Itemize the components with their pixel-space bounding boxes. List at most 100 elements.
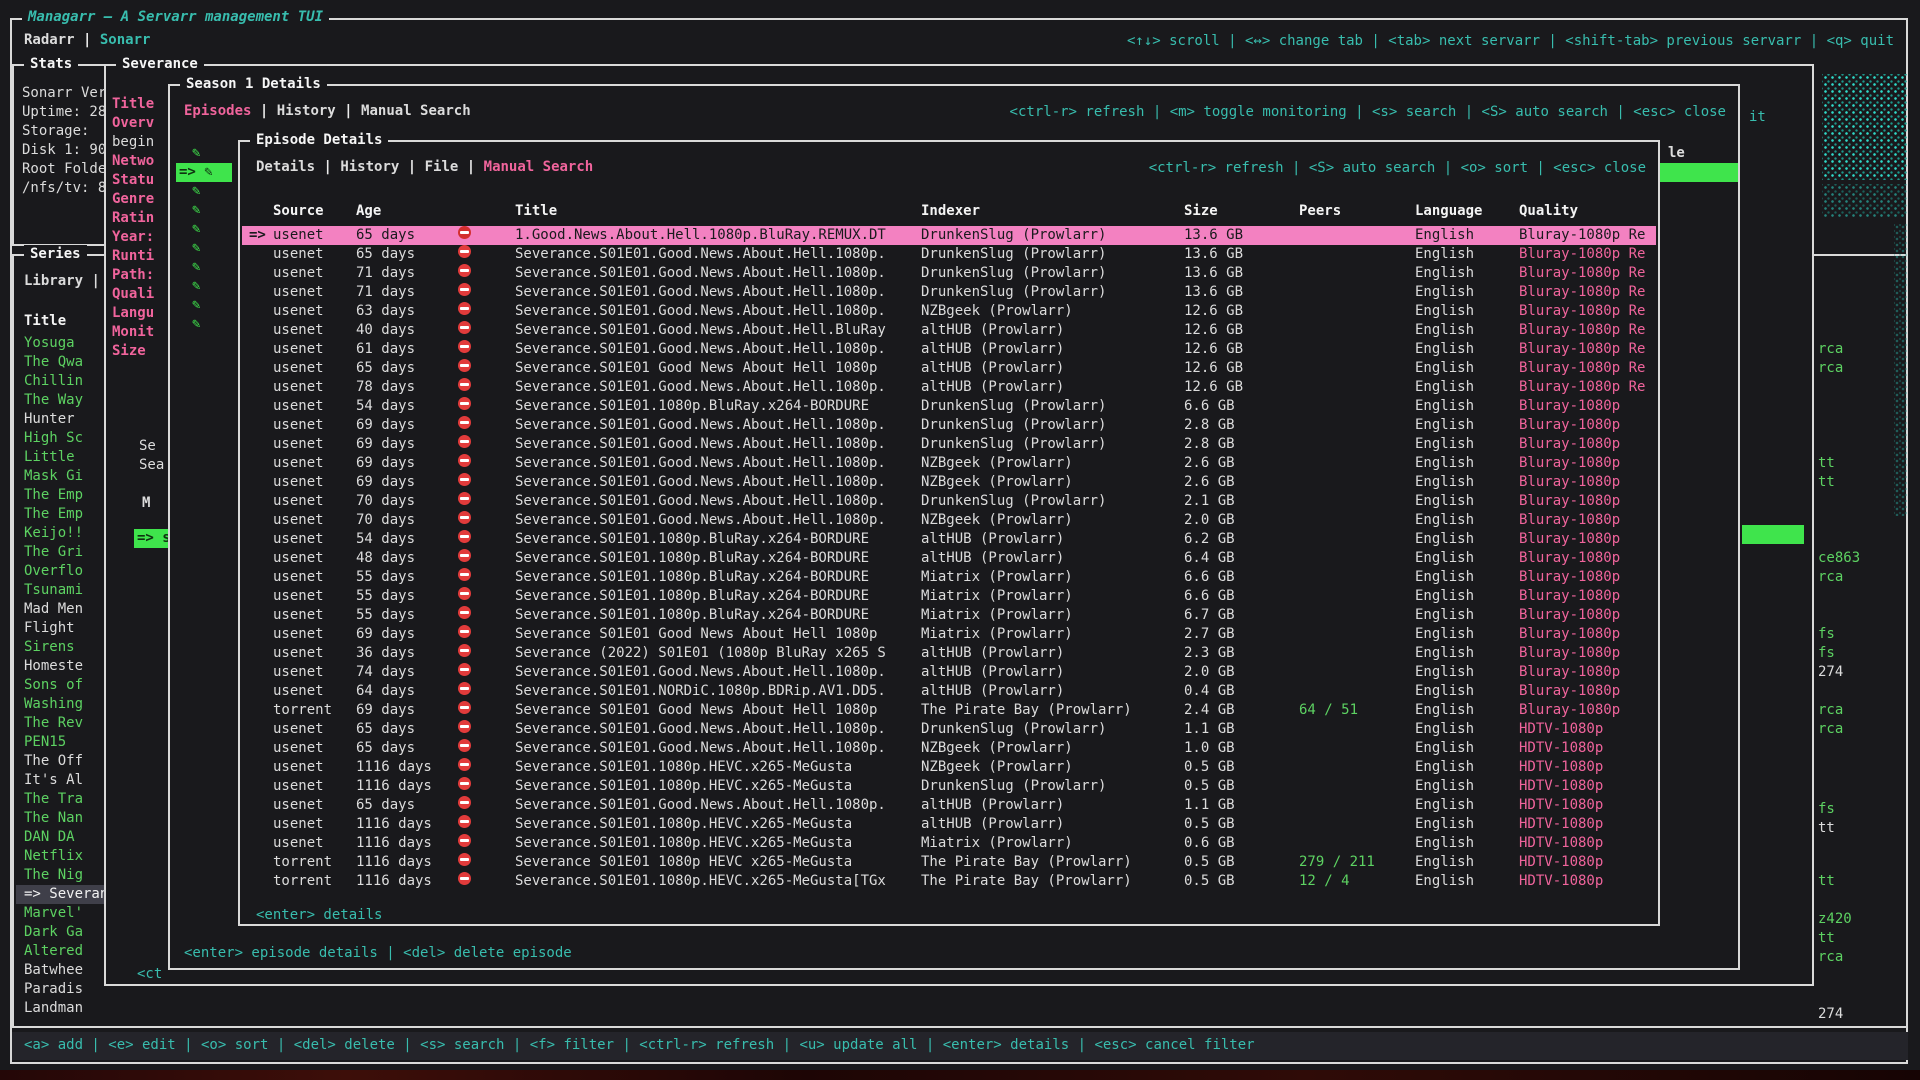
cell-age: 1116 days [356,853,432,872]
release-row[interactable]: usenet1116 daysSeverance.S01E01.1080p.HE… [242,777,1656,796]
release-row[interactable]: usenet65 daysSeverance.S01E01.Good.News.… [242,720,1656,739]
rejected-icon [458,264,471,277]
cell-indexer: Miatrix (Prowlarr) [921,834,1073,853]
release-row[interactable]: usenet40 daysSeverance.S01E01.Good.News.… [242,321,1656,340]
cell-quality: Bluray-1080p Re [1519,245,1645,264]
episode-tab-details[interactable]: Details [256,159,315,175]
column-header-indexer[interactable]: Indexer [921,202,980,221]
episode-monitored-pencil-icon[interactable]: ✎ [192,277,200,296]
column-header-peers[interactable]: Peers [1299,202,1341,221]
servarr-tab-sonarr[interactable]: Sonarr [100,32,151,48]
release-row[interactable]: =>usenet65 days1.Good.News.About.Hell.10… [242,226,1656,245]
episode-monitored-pencil-icon[interactable]: ✎ [192,201,200,220]
rejected-icon [458,568,471,581]
release-row[interactable]: usenet70 daysSeverance.S01E01.Good.News.… [242,511,1656,530]
cell-indexer: Miatrix (Prowlarr) [921,568,1073,587]
selected-episode-row-fragment[interactable]: => ✎ [176,163,232,182]
cell-size: 6.7 GB [1184,606,1235,625]
release-row[interactable]: usenet71 daysSeverance.S01E01.Good.News.… [242,264,1656,283]
cell-title: Severance.S01E01.Good.News.About.Hell.10… [515,378,886,397]
release-row[interactable]: torrent1116 daysSeverance S01E01 1080p H… [242,853,1656,872]
release-row[interactable]: usenet55 daysSeverance.S01E01.1080p.BluR… [242,568,1656,587]
release-row[interactable]: usenet65 daysSeverance.S01E01.Good.News.… [242,739,1656,758]
cell-title: Severance S01E01 Good News About Hell 10… [515,625,877,644]
release-row[interactable]: usenet70 daysSeverance.S01E01.Good.News.… [242,492,1656,511]
library-tab[interactable]: Library | [24,272,100,291]
cell-language: English [1415,454,1474,473]
rejected-icon [458,321,471,334]
release-row[interactable]: usenet1116 daysSeverance.S01E01.1080p.HE… [242,815,1656,834]
release-row[interactable]: usenet1116 daysSeverance.S01E01.1080p.HE… [242,758,1656,777]
rejected-icon [458,492,471,505]
release-row[interactable]: usenet65 daysSeverance.S01E01.Good.News.… [242,796,1656,815]
servarr-tab-radarr[interactable]: Radarr [24,32,75,48]
column-header-quality[interactable]: Quality [1519,202,1578,221]
cell-indexer: NZBgeek (Prowlarr) [921,511,1073,530]
cell-indexer: altHUB (Prowlarr) [921,549,1064,568]
series-field-label: Title [112,95,154,114]
release-row[interactable]: usenet55 daysSeverance.S01E01.1080p.BluR… [242,606,1656,625]
release-row[interactable]: usenet78 daysSeverance.S01E01.Good.News.… [242,378,1656,397]
release-row[interactable]: usenet55 daysSeverance.S01E01.1080p.BluR… [242,587,1656,606]
cell-age: 69 days [356,435,415,454]
release-row[interactable]: usenet74 daysSeverance.S01E01.Good.News.… [242,663,1656,682]
column-header-language[interactable]: Language [1415,202,1482,221]
cell-title: Severance.S01E01.Good.News.About.Hell.10… [515,302,886,321]
episode-tab-history[interactable]: History [340,159,399,175]
episode-details-modal: Episode Details Details | History | File… [238,140,1660,926]
episode-monitored-pencil-icon[interactable]: ✎ [192,182,200,201]
episode-tab-manual-search[interactable]: Manual Search [484,159,594,175]
release-row[interactable]: usenet48 daysSeverance.S01E01.1080p.BluR… [242,549,1656,568]
release-row[interactable]: usenet69 daysSeverance.S01E01.Good.News.… [242,416,1656,435]
cell-indexer: NZBgeek (Prowlarr) [921,302,1073,321]
episode-monitored-pencil-icon[interactable]: ✎ [192,315,200,334]
rejected-icon [458,701,471,714]
release-row[interactable]: usenet54 daysSeverance.S01E01.1080p.BluR… [242,397,1656,416]
cell-language: English [1415,264,1474,283]
cell-source: usenet [273,739,324,758]
episode-monitored-pencil-icon[interactable]: ✎ [192,239,200,258]
release-row[interactable]: usenet71 daysSeverance.S01E01.Good.News.… [242,283,1656,302]
series-field-label: Netwo [112,152,154,171]
episode-monitored-pencil-icon[interactable]: ✎ [192,144,200,163]
release-row[interactable]: usenet1116 daysSeverance.S01E01.1080p.HE… [242,834,1656,853]
release-row[interactable]: usenet69 daysSeverance.S01E01.Good.News.… [242,473,1656,492]
cell-indexer: DrunkenSlug (Prowlarr) [921,435,1106,454]
cell-language: English [1415,435,1474,454]
release-row[interactable]: usenet54 daysSeverance.S01E01.1080p.BluR… [242,530,1656,549]
cell-size: 0.5 GB [1184,758,1235,777]
column-header-title[interactable]: Title [515,202,557,221]
release-row[interactable]: usenet69 daysSeverance S01E01 Good News … [242,625,1656,644]
release-row[interactable]: usenet65 daysSeverance.S01E01 Good News … [242,359,1656,378]
episode-tab-file[interactable]: File [425,159,459,175]
cell-quality: HDTV-1080p [1519,853,1603,872]
cell-indexer: DrunkenSlug (Prowlarr) [921,283,1106,302]
cell-source: usenet [273,492,324,511]
column-header-age[interactable]: Age [356,202,381,221]
cell-age: 1116 days [356,872,432,891]
release-row[interactable]: usenet69 daysSeverance.S01E01.Good.News.… [242,454,1656,473]
episode-monitored-pencil-icon[interactable]: ✎ [192,296,200,315]
release-row[interactable]: torrent1116 daysSeverance.S01E01.1080p.H… [242,872,1656,891]
release-row[interactable]: usenet64 daysSeverance.S01E01.NORDiC.108… [242,682,1656,701]
release-row[interactable]: usenet65 daysSeverance.S01E01.Good.News.… [242,245,1656,264]
cell-language: English [1415,701,1474,720]
release-row[interactable]: usenet63 daysSeverance.S01E01.Good.News.… [242,302,1656,321]
column-header-size[interactable]: Size [1184,202,1218,221]
series-item[interactable]: Landman [16,999,264,1018]
release-row[interactable]: usenet69 daysSeverance.S01E01.Good.News.… [242,435,1656,454]
rejected-icon [458,511,471,524]
release-row[interactable]: usenet36 daysSeverance (2022) S01E01 (10… [242,644,1656,663]
cell-size: 13.6 GB [1184,264,1243,283]
stats-line: Root Folde [22,160,106,179]
cell-source: usenet [273,397,324,416]
release-row[interactable]: usenet61 daysSeverance.S01E01.Good.News.… [242,340,1656,359]
release-row[interactable]: torrent69 daysSeverance S01E01 Good News… [242,701,1656,720]
cell-age: 55 days [356,568,415,587]
column-header-source[interactable]: Source [273,202,324,221]
rejected-icon [458,245,471,258]
series-column-header-title[interactable]: Title [24,312,66,331]
episode-monitored-pencil-icon[interactable]: ✎ [192,258,200,277]
episode-monitored-pencil-icon[interactable]: ✎ [192,220,200,239]
cell-quality: Bluray-1080p [1519,568,1620,587]
